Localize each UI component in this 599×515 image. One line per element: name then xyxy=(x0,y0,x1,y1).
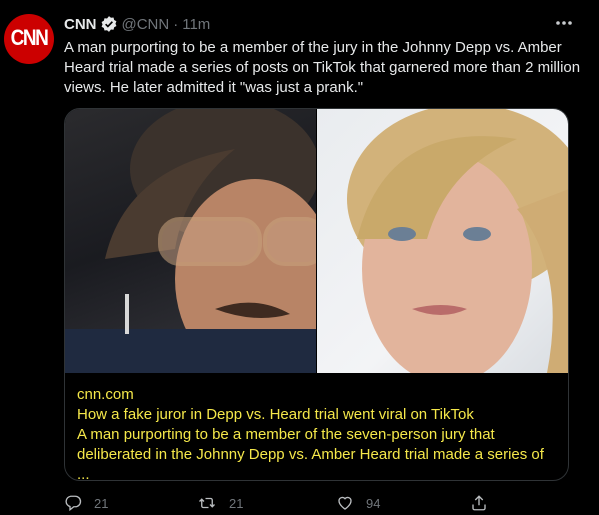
card-image-left xyxy=(65,109,316,373)
card-description: A man purporting to be a member of the s… xyxy=(77,426,544,481)
reply-count: 21 xyxy=(94,495,109,511)
share-icon xyxy=(472,495,486,511)
separator-dot: · xyxy=(173,15,179,33)
author-name[interactable]: CNN xyxy=(64,16,97,33)
avatar-logo-text: CNN xyxy=(10,26,49,51)
tweet-header: CNN @CNN · 11m xyxy=(64,14,210,34)
like-count: 94 xyxy=(366,495,381,511)
reply-icon xyxy=(65,495,82,512)
retweet-count: 21 xyxy=(229,495,244,511)
tweet-text: A man purporting to be a member of the j… xyxy=(64,39,581,96)
timestamp[interactable]: 11m xyxy=(182,16,210,33)
card-title[interactable]: How a fake juror in Depp vs. Heard trial… xyxy=(77,405,556,425)
card-image-right xyxy=(316,109,568,373)
more-icon[interactable] xyxy=(550,12,578,34)
author-handle[interactable]: @CNN xyxy=(122,16,170,33)
card-info: cnn.com How a fake juror in Depp vs. Hea… xyxy=(65,373,568,481)
retweet-icon xyxy=(199,497,215,509)
card-images xyxy=(65,109,568,373)
reply-button[interactable]: 21 xyxy=(64,494,108,512)
tweet[interactable]: CNN CNN @CNN · 11m A man purporting to b… xyxy=(0,0,599,515)
retweet-button[interactable]: 21 xyxy=(197,494,243,512)
avatar[interactable]: CNN xyxy=(4,14,54,64)
action-bar: 21 21 94 xyxy=(64,494,524,514)
share-button[interactable] xyxy=(470,494,500,512)
link-card[interactable]: cnn.com How a fake juror in Depp vs. Hea… xyxy=(64,108,569,481)
verified-badge-icon xyxy=(100,15,118,33)
like-icon xyxy=(338,496,352,510)
card-domain: cnn.com xyxy=(77,386,134,403)
like-button[interactable]: 94 xyxy=(336,494,380,512)
